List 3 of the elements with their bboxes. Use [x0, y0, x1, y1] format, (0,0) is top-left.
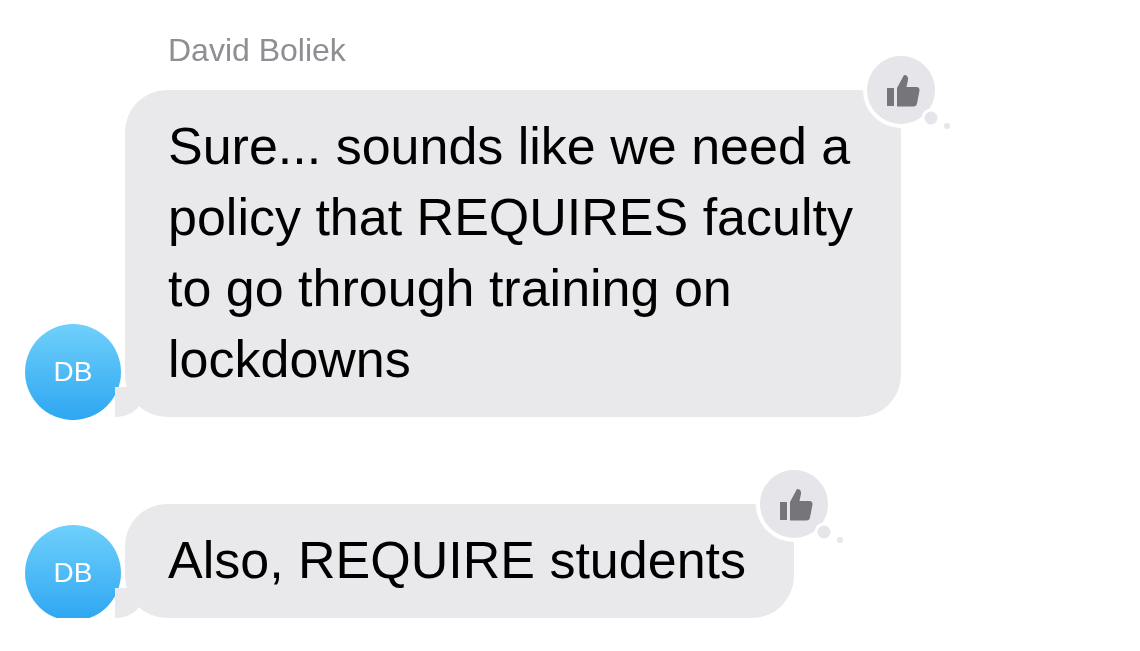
message-bubble[interactable]: Also, REQUIRE students: [125, 504, 794, 618]
sender-name: David Boliek: [168, 31, 347, 70]
message-bubble[interactable]: Sure... sounds like we need a policy that REQUIRES faculty to go through training on lockdowns: [125, 90, 901, 417]
